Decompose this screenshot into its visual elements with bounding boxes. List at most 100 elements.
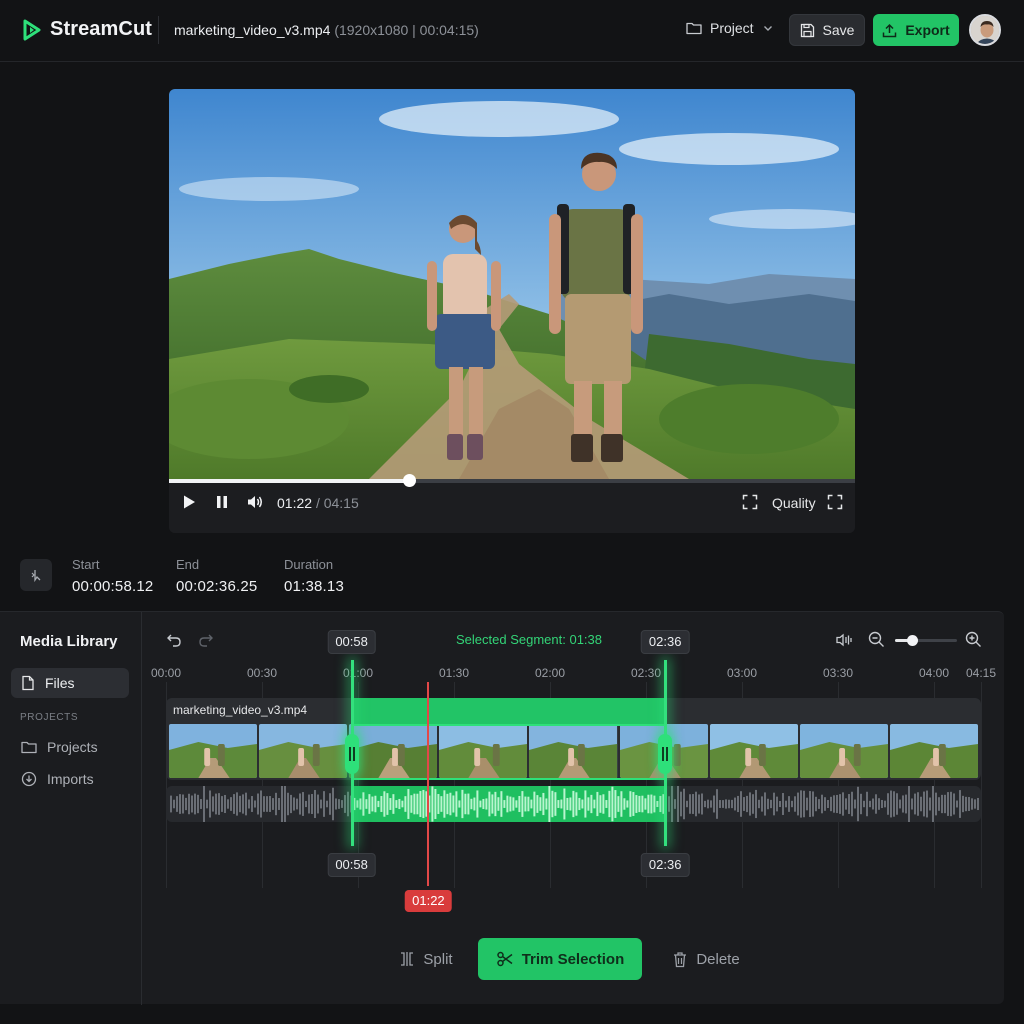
- delete-button[interactable]: Delete: [666, 938, 746, 980]
- ruler-label: 02:00: [534, 666, 566, 680]
- split-button[interactable]: Split: [394, 938, 458, 980]
- split-label: Split: [423, 950, 453, 968]
- zoom-in-icon[interactable]: [965, 631, 982, 648]
- file-meta: (1920x1080 | 00:04:15): [334, 22, 479, 38]
- sidebar-item-projects[interactable]: Projects: [11, 732, 129, 762]
- selection-band: [351, 724, 666, 780]
- projects-section-label: PROJECTS: [20, 712, 79, 723]
- playhead[interactable]: [427, 682, 430, 886]
- ruler-label: 00:00: [150, 666, 182, 680]
- export-label: Export: [905, 22, 950, 38]
- redo-icon[interactable]: [198, 632, 214, 648]
- audio-volume-icon[interactable]: [835, 632, 853, 648]
- undo-icon[interactable]: [166, 632, 182, 648]
- time-display: 01:22 / 04:15: [277, 495, 359, 511]
- selection-highlight: [351, 698, 666, 724]
- clip-thumbnail: [169, 724, 258, 778]
- clip-thumbnail: [799, 724, 888, 778]
- file-icon: [22, 675, 34, 691]
- player-controls: 01:22 / 04:15 Quality: [169, 474, 855, 533]
- cursor-click-icon: [31, 570, 41, 582]
- delete-label: Delete: [696, 950, 740, 968]
- pause-icon[interactable]: [215, 495, 229, 509]
- save-label: Save: [822, 22, 855, 38]
- clip-name: marketing_video_v3.mp4: [173, 703, 308, 717]
- audio-waveform-selected: [352, 785, 667, 823]
- media-library-title: Media Library: [20, 633, 118, 650]
- current-time: 01:22: [277, 495, 313, 511]
- ruler-label: 04:15: [965, 666, 997, 680]
- ruler-label: 03:00: [726, 666, 758, 680]
- trim-selection-button[interactable]: Trim Selection: [478, 938, 642, 980]
- save-button[interactable]: Save: [789, 14, 865, 46]
- start-value: 00:00:58.12: [72, 578, 154, 595]
- duration-label: Duration: [284, 557, 334, 572]
- fullscreen-icon[interactable]: [827, 494, 843, 510]
- ruler-label: 00:30: [246, 666, 278, 680]
- progress-knob[interactable]: [403, 474, 417, 487]
- upload-icon: [883, 23, 897, 37]
- folder-icon: [686, 22, 702, 35]
- export-button[interactable]: Export: [873, 14, 959, 46]
- scissors-icon: [496, 951, 513, 967]
- end-time-tag: 02:36: [640, 630, 690, 654]
- sidebar-item-files[interactable]: Files: [11, 668, 129, 698]
- total-duration: / 04:15: [315, 495, 359, 511]
- ruler-label: 03:30: [822, 666, 854, 680]
- app-logo[interactable]: StreamCut: [22, 18, 152, 41]
- user-avatar[interactable]: [969, 14, 1001, 46]
- duration-value: 01:38.13: [284, 578, 344, 595]
- start-time-tag: 00:58: [327, 630, 376, 654]
- segment-cursor-icon[interactable]: [20, 559, 52, 591]
- start-time-tag-bottom: 00:58: [327, 853, 376, 877]
- folder-icon: [21, 741, 37, 754]
- end-value: 00:02:36.25: [176, 578, 258, 595]
- trim-handle-end[interactable]: [658, 734, 673, 774]
- import-icon: [21, 771, 37, 787]
- video-player[interactable]: 01:22 / 04:15 Quality: [169, 89, 855, 533]
- app-name: StreamCut: [50, 18, 153, 40]
- header-divider: [158, 16, 159, 44]
- ruler-label: 02:30: [630, 666, 662, 680]
- segment-end: End 00:02:36.25: [176, 557, 257, 595]
- clip-thumbnail: [889, 724, 978, 778]
- file-info: marketing_video_v3.mp4 (1920x1080 | 00:0…: [174, 22, 479, 38]
- editor-panel: Media Library Files PROJECTS Projects Im…: [0, 611, 1004, 1005]
- play-icon[interactable]: [181, 494, 197, 510]
- save-icon: [800, 23, 814, 37]
- trim-label: Trim Selection: [521, 950, 625, 968]
- selection-audio: [351, 785, 667, 823]
- imports-label: Imports: [47, 771, 94, 787]
- clip-thumbnail: [259, 724, 348, 778]
- trash-icon: [674, 951, 687, 967]
- clip-thumbnail: [709, 724, 798, 778]
- quality-button[interactable]: Quality: [772, 495, 816, 511]
- volume-icon[interactable]: [246, 493, 264, 511]
- zoom-knob[interactable]: [907, 635, 919, 646]
- ruler-label: 01:00: [342, 666, 374, 680]
- top-bar: StreamCut marketing_video_v3.mp4 (1920x1…: [0, 0, 1024, 62]
- ruler-gridline: [981, 682, 982, 888]
- projects-label: Projects: [47, 739, 98, 755]
- trim-handle-start[interactable]: [344, 734, 359, 774]
- timeline: Selected Segment: 01:38 00:00 00:30 01:00 0…: [142, 612, 1004, 1005]
- project-menu-button[interactable]: Project: [686, 20, 774, 36]
- file-name: marketing_video_v3.mp4: [174, 22, 331, 38]
- zoom-out-icon[interactable]: [868, 631, 885, 648]
- progress-fill: [169, 479, 410, 483]
- playhead-time: 01:22: [405, 890, 452, 912]
- expand-icon[interactable]: [742, 494, 758, 510]
- media-library: Media Library Files PROJECTS Projects Im…: [0, 612, 142, 1005]
- chevron-down-icon: [763, 26, 772, 31]
- user-portrait-icon: [971, 16, 999, 44]
- streamcut-logo-icon: [23, 19, 41, 40]
- end-label: End: [176, 557, 200, 572]
- video-frame[interactable]: [169, 89, 855, 479]
- segment-start: Start 00:00:58.12: [72, 557, 153, 595]
- segment-duration: Duration 01:38.13: [284, 557, 344, 595]
- sidebar-item-imports[interactable]: Imports: [11, 764, 129, 794]
- progress-bar[interactable]: [169, 474, 855, 487]
- project-label: Project: [710, 20, 754, 36]
- zoom-slider[interactable]: [895, 635, 957, 646]
- split-icon: [401, 952, 414, 966]
